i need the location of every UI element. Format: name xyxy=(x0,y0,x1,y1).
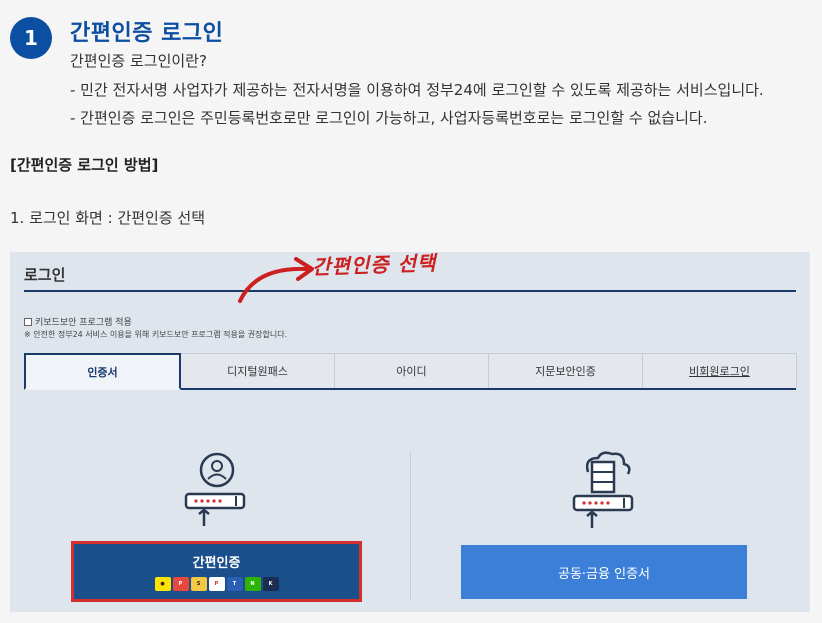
tab-label: 인증서 xyxy=(87,365,118,379)
kakao-icon: ● xyxy=(154,577,171,591)
intro-bullet-2: - 간편인증 로그인은 주민등록번호로만 로그인이 가능하고, 사업자등록번호로… xyxy=(70,109,708,127)
tab-certificate[interactable]: 인증서 xyxy=(24,353,181,390)
toss-icon: T xyxy=(226,577,243,591)
keyboard-security-label: 키보드보안 프로그램 적용 xyxy=(35,318,132,328)
simple-auth-button-label: 간편인증 xyxy=(192,556,241,571)
keyboard-security-checkbox[interactable] xyxy=(24,317,32,326)
kb-icon: K xyxy=(262,577,279,591)
page-title: 간편인증 로그인 xyxy=(70,21,224,46)
step-number-badge: 1 xyxy=(10,17,52,59)
method-title: [간편인증 로그인 방법] xyxy=(10,156,159,174)
naver-icon: N xyxy=(244,577,261,591)
tab-digital-onepass[interactable]: 디지털원패스 xyxy=(180,353,335,388)
annotation-text: 간편인증 선택 xyxy=(311,250,437,280)
simple-auth-user-icon xyxy=(184,452,246,526)
keyboard-security-note: ※ 안전한 정부24 서비스 이용을 위해 키보드보안 프로그램 적용을 권장합… xyxy=(24,330,288,339)
step1-text: 1. 로그인 화면 : 간편인증 선택 xyxy=(10,209,206,227)
login-tabs: 인증서 디지털원패스 아이디 지문보안인증 비회원로그인 xyxy=(24,353,797,390)
tab-fingerprint[interactable]: 지문보안인증 xyxy=(488,353,643,388)
tab-label: 지문보안인증 xyxy=(535,365,596,378)
intro-question: 간편인증 로그인이란? xyxy=(70,52,207,70)
tab-label: 디지털원패스 xyxy=(227,365,288,378)
keyboard-security-option[interactable]: 키보드보안 프로그램 적용 xyxy=(24,315,132,328)
simple-auth-button[interactable]: 간편인증 ● P S P T N K xyxy=(71,541,362,602)
samsung-pass-icon: S xyxy=(190,577,207,591)
intro-bullet-1: - 민간 전자서명 사업자가 제공하는 전자서명을 이용하여 정부24에 로그인… xyxy=(70,81,764,99)
tab-label: 아이디 xyxy=(396,365,427,378)
column-divider xyxy=(410,452,411,600)
payco-icon: P xyxy=(208,577,225,591)
pass-icon: P xyxy=(172,577,189,591)
login-screenshot-panel: 로그인 키보드보안 프로그램 적용 ※ 안전한 정부24 서비스 이용을 위해 … xyxy=(10,252,810,612)
tab-id[interactable]: 아이디 xyxy=(334,353,489,388)
certificate-cloud-icon xyxy=(572,451,634,528)
provider-icons: ● P S P T N K xyxy=(154,577,279,591)
tab-label: 비회원로그인 xyxy=(689,365,750,378)
joint-financial-cert-button[interactable]: 공동·금융 인증서 xyxy=(461,545,747,599)
login-title: 로그인 xyxy=(24,266,66,284)
login-title-rule xyxy=(24,290,796,292)
tab-non-member[interactable]: 비회원로그인 xyxy=(642,353,797,388)
